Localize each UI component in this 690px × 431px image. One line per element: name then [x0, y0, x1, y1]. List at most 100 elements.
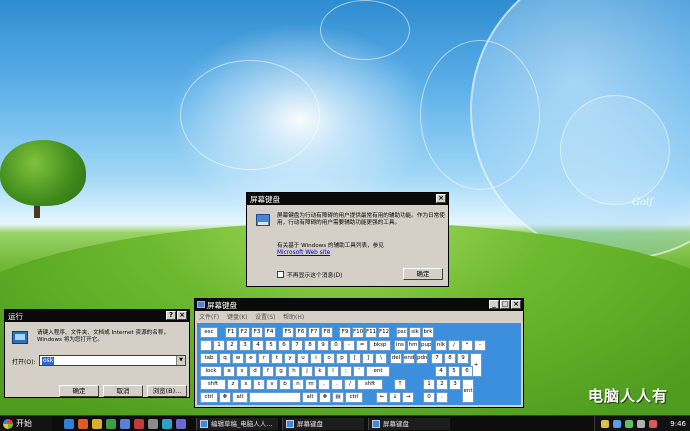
osk-key[interactable]: g [275, 366, 287, 377]
quicklaunch-icon[interactable] [134, 419, 144, 429]
osk-key[interactable]: 5 [265, 340, 277, 351]
menu-help[interactable]: 帮助(H) [283, 312, 304, 321]
microsoft-web-site-link[interactable]: Microsoft Web site [277, 250, 330, 256]
osk-key[interactable]: F7 [308, 327, 320, 338]
maximize-icon[interactable]: □ [500, 300, 510, 309]
tray-icon[interactable] [601, 420, 609, 428]
osk-key[interactable]: 3 [449, 379, 461, 390]
osk-key[interactable]: y [284, 353, 296, 364]
osk-key[interactable]: 0 [330, 340, 342, 351]
tray-icon[interactable] [625, 420, 633, 428]
ie-icon[interactable] [64, 419, 74, 429]
osk-key[interactable]: ❖ [219, 392, 231, 403]
osk-key[interactable]: shft [357, 379, 383, 390]
run-browse-button[interactable]: 浏览(B)... [147, 385, 187, 397]
osk-key[interactable]: s [236, 366, 248, 377]
osk-key[interactable]: 4 [252, 340, 264, 351]
osk-key[interactable]: - [343, 340, 355, 351]
osk-key[interactable]: pdn [416, 353, 428, 364]
quicklaunch-icon[interactable] [148, 419, 158, 429]
osk-key[interactable]: f [262, 366, 274, 377]
osk-key[interactable]: b [279, 379, 291, 390]
close-icon[interactable]: × [436, 194, 446, 203]
osk-key[interactable]: alt [302, 392, 318, 403]
osk-key[interactable]: e [245, 353, 257, 364]
taskbar-task-editor[interactable]: 编辑草稿_电脑人人... [196, 418, 278, 430]
osk-key[interactable]: F3 [251, 327, 263, 338]
osk-key[interactable]: → [402, 392, 414, 403]
osk-key[interactable]: end [403, 353, 415, 364]
osk-key[interactable]: ins [394, 340, 406, 351]
osk-key[interactable]: . [331, 379, 343, 390]
osk-key[interactable]: , [318, 379, 330, 390]
osk-key[interactable]: lock [200, 366, 222, 377]
run-ok-button[interactable]: 确定 [59, 385, 99, 397]
menu-keyboard[interactable]: 键盘(K) [227, 312, 248, 321]
osk-key[interactable]: h [288, 366, 300, 377]
osk-key[interactable]: F1 [225, 327, 237, 338]
osk-key[interactable]: pup [420, 340, 432, 351]
osk-key[interactable]: ▤ [332, 392, 344, 403]
osk-key[interactable]: l [327, 366, 339, 377]
minimize-icon[interactable]: _ [489, 300, 499, 309]
tray-icon[interactable] [613, 420, 621, 428]
osk-key[interactable]: 1 [423, 379, 435, 390]
osk-key[interactable]: u [297, 353, 309, 364]
osk-key[interactable]: slk [409, 327, 421, 338]
osk-key[interactable]: r [258, 353, 270, 364]
osk-key[interactable]: m [305, 379, 317, 390]
osk-key[interactable]: psc [396, 327, 408, 338]
taskbar-task-osk-info[interactable]: 屏幕键盘 [368, 418, 450, 430]
quicklaunch-icon[interactable] [120, 419, 130, 429]
osk-key[interactable]: 5 [448, 366, 460, 377]
quicklaunch-icon[interactable] [78, 419, 88, 429]
osk-key[interactable]: ❖ [319, 392, 331, 403]
run-titlebar[interactable]: 运行 ? × [5, 310, 189, 322]
osk-key[interactable]: 2 [226, 340, 238, 351]
quicklaunch-icon[interactable] [92, 419, 102, 429]
osk-key[interactable]: ctrl [345, 392, 363, 403]
menu-file[interactable]: 文件(F) [199, 312, 219, 321]
osk-key[interactable]: . [436, 392, 448, 403]
osk-key[interactable]: esc [200, 327, 218, 338]
osk-key[interactable]: 8 [444, 353, 456, 364]
osk-key[interactable]: ↑ [394, 379, 406, 390]
osk-key[interactable]: 7 [291, 340, 303, 351]
osk-key[interactable]: F5 [282, 327, 294, 338]
osk-key[interactable]: 0 [423, 392, 435, 403]
osk-key[interactable]: - [474, 340, 486, 351]
osk-key[interactable]: o [323, 353, 335, 364]
osk-key[interactable]: ↓ [389, 392, 401, 403]
osk-key[interactable]: 1 [213, 340, 225, 351]
osk-key[interactable]: p [336, 353, 348, 364]
osk-key[interactable]: ctrl [200, 392, 218, 403]
osk-key[interactable]: 7 [431, 353, 443, 364]
osk-info-titlebar[interactable]: 屏幕键盘 × [247, 193, 448, 205]
osk-key[interactable]: 3 [239, 340, 251, 351]
dropdown-arrow-icon[interactable]: ▼ [176, 356, 185, 365]
run-command-input[interactable]: osk ▼ [39, 355, 186, 366]
tray-icon[interactable] [649, 420, 657, 428]
osk-key[interactable]: z [227, 379, 239, 390]
osk-key[interactable]: bksp [369, 340, 391, 351]
volume-icon[interactable] [637, 420, 645, 428]
osk-key[interactable]: \ [375, 353, 387, 364]
osk-key[interactable]: a [223, 366, 235, 377]
osk-key[interactable]: x [240, 379, 252, 390]
osk-key[interactable]: ; [340, 366, 352, 377]
quicklaunch-icon[interactable] [162, 419, 172, 429]
osk-key[interactable]: hm [407, 340, 419, 351]
run-cancel-button[interactable]: 取消 [103, 385, 143, 397]
taskbar-task-osk[interactable]: 屏幕键盘 [282, 418, 364, 430]
osk-key[interactable]: w [232, 353, 244, 364]
osk-key[interactable]: 9 [457, 353, 469, 364]
quicklaunch-icon[interactable] [106, 419, 116, 429]
osk-key[interactable]: i [310, 353, 322, 364]
osk-key[interactable]: nlk [435, 340, 447, 351]
osk-key[interactable]: F2 [238, 327, 250, 338]
osk-key[interactable]: F6 [295, 327, 307, 338]
osk-key[interactable]: c [253, 379, 265, 390]
osk-key[interactable]: 8 [304, 340, 316, 351]
help-icon[interactable]: ? [166, 311, 176, 320]
osk-key[interactable]: j [301, 366, 313, 377]
